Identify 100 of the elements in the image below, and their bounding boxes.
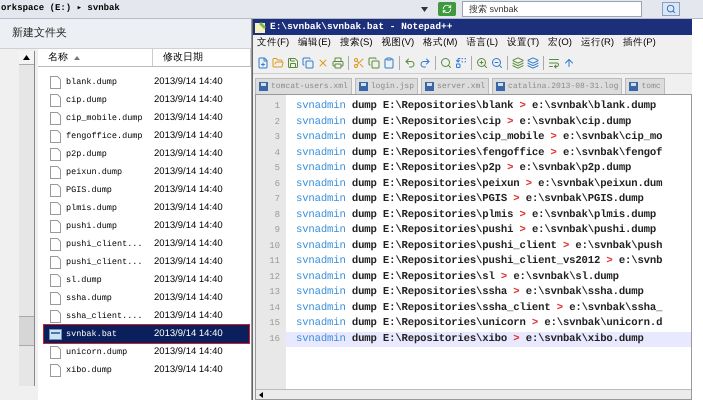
file-row[interactable]: fengoffice.dump 2013/9/14 14:40 (44, 127, 249, 145)
code-line: svnadmin dump E:\Repositories\p2p > e:\svnbak\p2p.dump (295, 161, 632, 176)
menu-item[interactable]: 搜索(S) (340, 36, 372, 51)
line-number: 10 (268, 240, 281, 252)
menu-item[interactable]: 文件(F) (257, 36, 290, 51)
file-date: 2013/9/14 14:40 (154, 182, 223, 197)
menu-item[interactable]: 插件(P) (623, 36, 656, 51)
file-icon (50, 184, 60, 196)
scroll-thumb[interactable] (19, 316, 34, 346)
file-name: pushi.dump (66, 220, 118, 232)
file-date: 2013/9/14 14:40 (154, 272, 223, 287)
menu-item[interactable]: 设置(T) (507, 36, 540, 51)
file-name: fengoffice.dump (66, 130, 144, 142)
code-line: svnadmin dump E:\Repositories\unicorn > e:\svnbak\unicorn.d (295, 316, 664, 331)
file-name: sl.dump (66, 274, 103, 286)
redo-icon[interactable] (419, 56, 431, 68)
code-line: svnadmin dump E:\Repositories\cip_mobile > e:\svnbak\cip_mo (295, 130, 664, 145)
file-row[interactable]: peixun.dump 2013/9/14 14:40 (44, 163, 249, 181)
line-number: 12 (268, 270, 281, 284)
file-date: 2013/9/14 14:40 (154, 254, 223, 269)
file-date: 2013/9/14 14:40 (154, 218, 223, 233)
line-number: 14 (268, 302, 281, 314)
file-row[interactable]: cip.dump 2013/9/14 14:40 (44, 91, 249, 109)
column-header[interactable]: 修改日期 (153, 49, 251, 66)
file-row[interactable]: pushi_client... 2013/9/14 14:40 (44, 253, 249, 271)
file-name: ssha_client.... (66, 310, 144, 322)
layers-icon[interactable] (512, 56, 524, 68)
file-date: 2013/9/14 14:40 (154, 290, 223, 305)
file-icon (50, 364, 60, 376)
file-icon (50, 346, 60, 358)
file-row[interactable]: PGIS.dump 2013/9/14 14:40 (44, 181, 249, 199)
copy-icon[interactable] (368, 56, 380, 68)
file-row[interactable]: pushi.dump 2013/9/14 14:40 (44, 217, 249, 235)
search-icon[interactable] (440, 56, 452, 68)
menu-item[interactable]: 视图(V) (381, 36, 414, 51)
clipboard-icon[interactable] (383, 56, 395, 68)
print-icon[interactable] (332, 56, 344, 68)
menu-item[interactable]: 编辑(E) (298, 36, 331, 51)
replace-icon[interactable] (455, 56, 467, 68)
file-date: 2013/9/14 14:40 (154, 236, 223, 251)
file-row[interactable]: p2p.dump 2013/9/14 14:40 (44, 145, 249, 163)
address-path[interactable]: orkspace (E:) ▸ svnbak (1, 2, 421, 16)
zoom-in-icon[interactable] (476, 56, 488, 68)
menu-item[interactable]: 语言(L) (466, 36, 498, 51)
line-number: 3 (274, 131, 281, 144)
menu-item[interactable]: 宏(O) (548, 36, 572, 51)
file-row[interactable]: ssha.dump 2013/9/14 14:40 (44, 289, 249, 307)
file-icon (50, 202, 60, 214)
code-line: svnadmin dump E:\Repositories\pushi_client > e:\svnbak\push (295, 238, 664, 254)
close-icon[interactable] (317, 56, 329, 68)
line-number: 11 (268, 255, 281, 268)
code-line: svnadmin dump E:\Repositories\pushi > e:\svnbak\pushi.dump (295, 223, 658, 238)
arrow-up-icon (23, 55, 30, 60)
arrow-up-icon[interactable] (563, 56, 575, 68)
file-row[interactable]: pushi_client... 2013/9/14 14:40 (44, 235, 249, 253)
search-icon (666, 4, 676, 14)
wrap-icon[interactable] (548, 56, 560, 68)
code-line: svnadmin dump E:\Repositories\cip > e:\svnbak\cip.dump (295, 114, 632, 130)
scissors-icon[interactable] (353, 56, 365, 68)
file-row[interactable]: sl.dump 2013/9/14 14:40 (44, 271, 249, 289)
file-name: unicorn.dump (66, 346, 128, 358)
column-header[interactable]: 名称 (38, 49, 153, 66)
file-icon (50, 220, 60, 232)
open-folder-icon[interactable] (272, 56, 284, 68)
undo-icon[interactable] (404, 56, 416, 68)
file-row[interactable]: xibo.dump 2013/9/14 14:40 (44, 361, 249, 379)
file-name: peixun.dump (66, 166, 124, 178)
layers-icon[interactable] (527, 56, 539, 68)
code-line: svnadmin dump E:\Repositories\fengoffice > e:\svnbak\fengof (295, 146, 664, 160)
copy-icon[interactable] (302, 56, 314, 68)
file-row[interactable]: plmis.dump 2013/9/14 14:40 (44, 199, 249, 217)
file-name: pushi_client... (66, 256, 144, 268)
menu-item[interactable]: 格式(M) (423, 36, 458, 51)
file-icon (50, 166, 60, 178)
file-icon (50, 310, 60, 322)
new-file-icon[interactable] (257, 56, 269, 68)
file-date: 2013/9/14 14:40 (154, 344, 223, 359)
line-number: 1 (274, 100, 281, 113)
code-line: svnadmin dump E:\Repositories\ssha > e:\svnbak\ssha.dump (295, 285, 645, 300)
file-row[interactable]: svnbak.bat 2013/9/14 14:40 (44, 325, 249, 343)
line-number: 2 (274, 116, 281, 128)
file-row[interactable]: ssha_client.... 2013/9/14 14:40 (44, 307, 249, 325)
zoom-out-icon[interactable] (491, 56, 503, 68)
line-number: 4 (274, 146, 281, 160)
refresh-button[interactable] (438, 2, 456, 16)
search-button[interactable] (662, 2, 680, 16)
menu-item[interactable]: 运行(R) (580, 36, 614, 51)
scroll-up-button[interactable] (19, 51, 34, 65)
file-date: 2013/9/14 14:40 (154, 200, 223, 215)
file-row[interactable]: cip_mobile.dump 2013/9/14 14:40 (44, 109, 249, 127)
file-icon (50, 292, 60, 304)
file-icon (50, 238, 60, 250)
refresh-icon (442, 4, 452, 14)
dropdown-arrow-icon[interactable] (421, 6, 428, 12)
save-icon[interactable] (287, 56, 299, 68)
file-row[interactable]: blank.dump 2013/9/14 14:40 (44, 73, 249, 91)
code-line: svnadmin dump E:\Repositories\peixun > e:\svnbak\peixun.dum (295, 176, 664, 192)
new-folder-button[interactable]: 新建文件夹 (12, 25, 67, 42)
search-field[interactable]: 搜索 svnbak (462, 1, 642, 17)
file-row[interactable]: unicorn.dump 2013/9/14 14:40 (44, 343, 249, 361)
